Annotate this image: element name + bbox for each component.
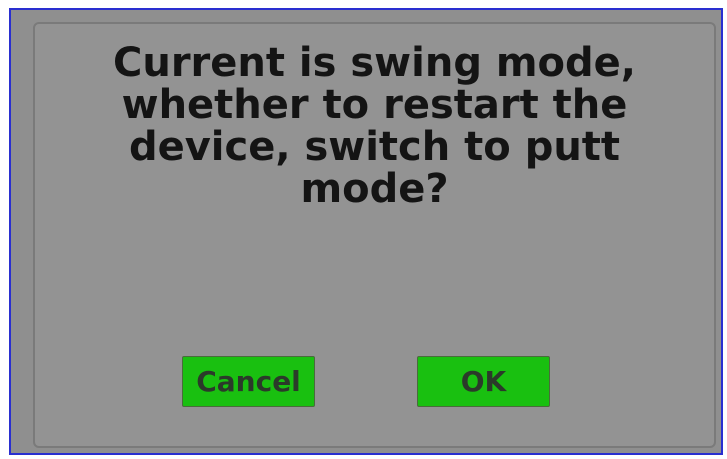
mode-switch-dialog: Current is swing mode, whether to restar… — [33, 22, 716, 448]
dialog-message-line: Current is swing mode, — [112, 40, 636, 86]
device-screen: Current is swing mode, whether to restar… — [9, 8, 723, 455]
ok-button[interactable]: OK — [417, 356, 550, 407]
dialog-message-line: mode? — [300, 166, 449, 212]
cancel-button[interactable]: Cancel — [182, 356, 315, 407]
dialog-message-line: whether to restart the — [121, 82, 628, 128]
dialog-message-line: device, switch to putt — [128, 124, 621, 170]
dialog-message: Current is swing mode, whether to restar… — [35, 42, 714, 210]
